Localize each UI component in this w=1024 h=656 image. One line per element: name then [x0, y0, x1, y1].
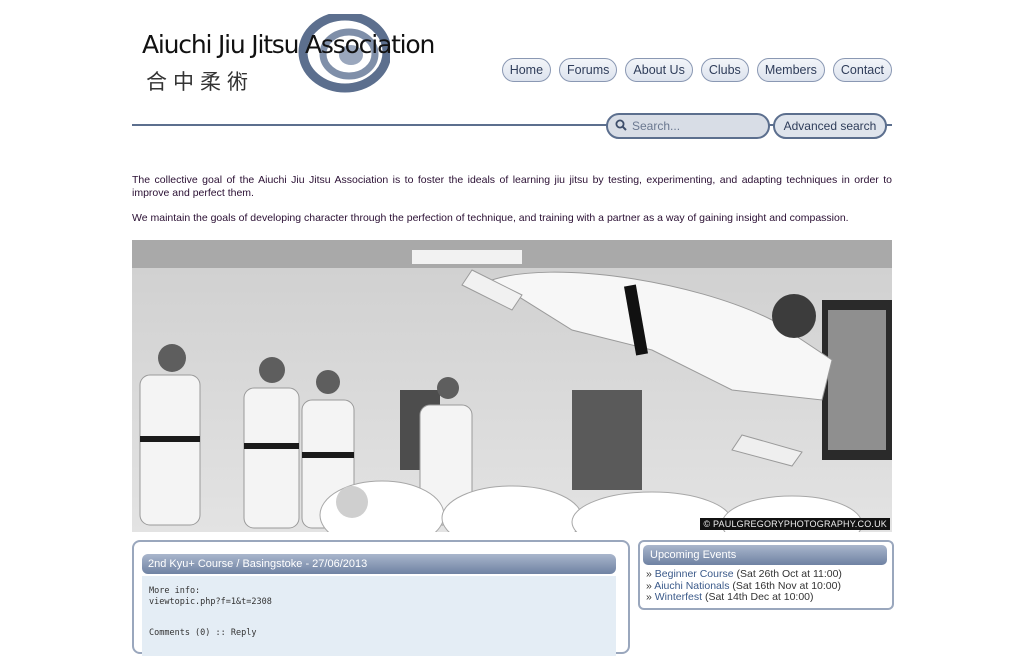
nav-about-button[interactable]: About Us	[625, 58, 693, 82]
upcoming-events-panel: Upcoming Events » Beginner Course (Sat 2…	[638, 540, 894, 610]
news-panel: 2nd Kyu+ Course / Basingstoke - 27/06/20…	[132, 540, 630, 656]
news-title[interactable]: 2nd Kyu+ Course / Basingstoke - 27/06/20…	[142, 554, 616, 574]
main-nav: Home Forums About Us Clubs Members Conta…	[501, 58, 892, 82]
logo-title: Aiuchi Jiu Jitsu Association	[142, 30, 435, 59]
news-reply-link[interactable]: Reply	[231, 628, 257, 638]
event-date: (Sat 16th Nov at 10:00)	[732, 579, 841, 592]
advanced-search-button[interactable]: Advanced search	[773, 113, 887, 139]
bullet-icon: »	[646, 579, 652, 592]
nav-clubs-button[interactable]: Clubs	[700, 58, 749, 82]
logo-cjk-text: 合中柔術	[146, 70, 254, 94]
intro-paragraph-1: The collective goal of the Aiuchi Jiu Ji…	[132, 174, 892, 199]
news-body: More info: viewtopic.php?f=1&t=2308 Comm…	[142, 576, 616, 656]
event-date: (Sat 26th Oct at 11:00)	[736, 568, 842, 580]
nav-contact-button[interactable]: Contact	[832, 58, 892, 82]
hero-photo: © PAULGREGORYPHOTOGRAPHY.CO.UK	[132, 240, 892, 532]
nav-home-button[interactable]: Home	[501, 58, 552, 82]
events-title: Upcoming Events	[643, 545, 887, 565]
intro-paragraph-2: We maintain the goals of developing char…	[132, 212, 849, 224]
nav-members-button[interactable]: Members	[756, 58, 825, 82]
search-box	[606, 113, 770, 139]
news-more-info-label: More info:	[149, 586, 201, 596]
event-link[interactable]: Winterfest	[655, 591, 702, 603]
site-logo[interactable]: Aiuchi Jiu Jitsu Association 合中柔術	[140, 14, 435, 96]
intro-text: The collective goal of the Aiuchi Jiu Ji…	[132, 174, 892, 237]
search-input[interactable]	[630, 116, 764, 136]
bullet-icon: »	[646, 591, 652, 603]
news-separator: ::	[210, 628, 231, 638]
list-item: » Winterfest (Sat 14th Dec at 10:00)	[646, 591, 842, 604]
news-comments-link[interactable]: Comments (0)	[149, 628, 210, 638]
event-link[interactable]: Beginner Course	[655, 568, 734, 580]
news-footer: Comments (0) :: Reply	[149, 628, 257, 639]
nav-forums-button[interactable]: Forums	[559, 58, 618, 82]
photo-credit: © PAULGREGORYPHOTOGRAPHY.CO.UK	[700, 518, 890, 530]
bullet-icon: »	[646, 568, 652, 580]
hero-photo-illustration	[132, 240, 892, 532]
search-icon[interactable]	[615, 119, 627, 131]
event-link[interactable]: Aiuchi Nationals	[654, 580, 729, 592]
news-topic-link[interactable]: viewtopic.php?f=1&t=2308	[149, 597, 272, 607]
event-date: (Sat 14th Dec at 10:00)	[704, 591, 814, 603]
events-list: » Beginner Course (Sat 26th Oct at 11:00…	[646, 568, 842, 604]
